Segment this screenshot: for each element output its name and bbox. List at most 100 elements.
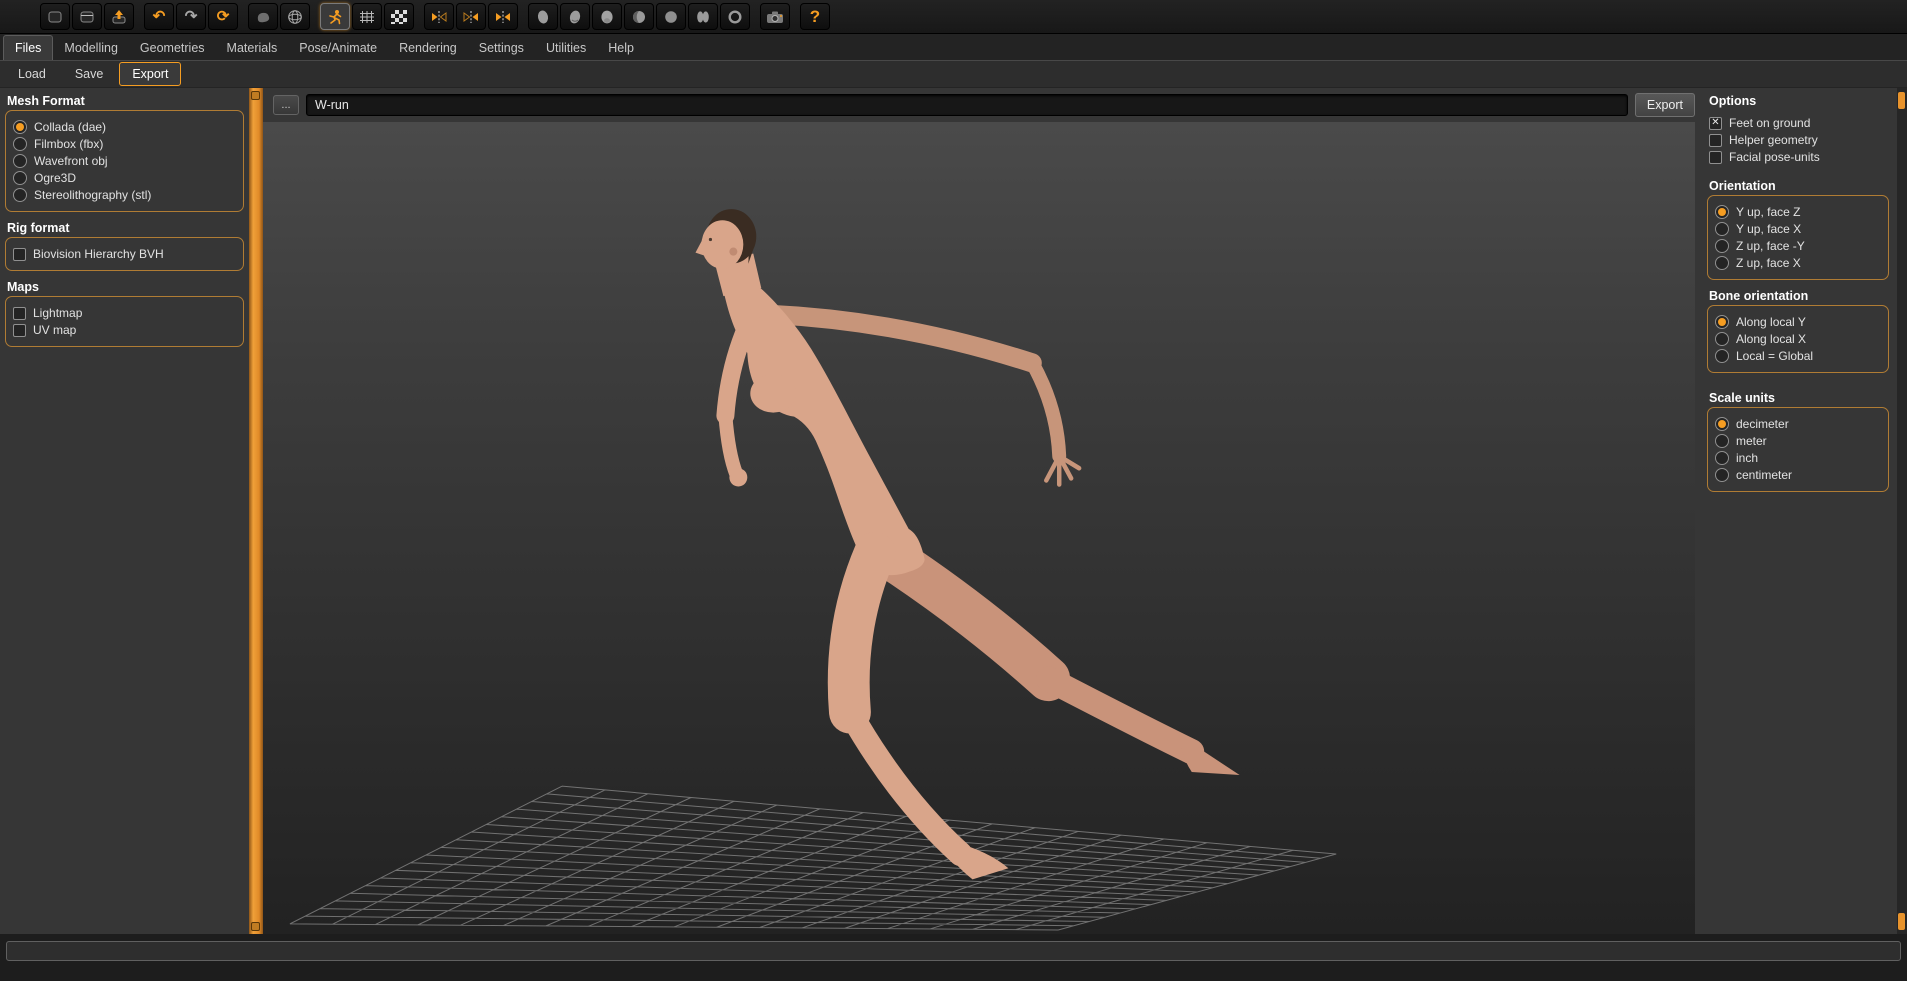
radio-indicator — [13, 188, 27, 202]
splitter-handle-icon[interactable] — [1898, 913, 1905, 930]
radio-label: meter — [1736, 434, 1767, 448]
radio-label: Y up, face Z — [1736, 205, 1801, 219]
group-title-options: Options — [1709, 94, 1757, 108]
tab-utilities[interactable]: Utilities — [535, 36, 597, 60]
checkbox-label: Lightmap — [33, 306, 83, 320]
checkbox-helper-geometry[interactable]: Helper geometry — [1709, 133, 1887, 147]
subtab-export[interactable]: Export — [119, 62, 182, 86]
splitter-handle-icon[interactable] — [251, 922, 260, 931]
grid-toggle-button[interactable] — [352, 3, 382, 30]
tab-rendering[interactable]: Rendering — [388, 36, 468, 60]
tab-settings[interactable]: Settings — [468, 36, 535, 60]
symmetry-both-button[interactable] — [488, 3, 518, 30]
radio-indicator — [13, 171, 27, 185]
toolbar-help-group: ? — [800, 3, 830, 30]
radio-local-equals-global[interactable]: Local = Global — [1715, 349, 1881, 363]
left-panel-splitter[interactable] — [249, 88, 263, 934]
subtab-save[interactable]: Save — [62, 62, 117, 86]
bottom-area — [0, 934, 1907, 981]
checkbox-biovision-bvh[interactable]: Biovision Hierarchy BVH — [13, 247, 236, 261]
reload-button[interactable]: ⟳ — [208, 3, 238, 30]
checkbox-feet-on-ground[interactable]: Feet on ground — [1709, 116, 1887, 130]
undo-button[interactable]: ↶ — [144, 3, 174, 30]
radio-z-up-face-x[interactable]: Z up, face X — [1715, 256, 1881, 270]
checkbox-label: Helper geometry — [1729, 133, 1818, 147]
smooth-mesh-icon — [257, 12, 270, 22]
symmetry-left-button[interactable] — [456, 3, 486, 30]
radio-inch[interactable]: inch — [1715, 451, 1881, 465]
save-document-button[interactable] — [104, 3, 134, 30]
smooth-mesh-button[interactable] — [248, 3, 278, 30]
radio-decimeter[interactable]: decimeter — [1715, 417, 1881, 431]
group-title-mesh-format: Mesh Format — [7, 94, 85, 108]
browse-button[interactable]: ... — [273, 95, 299, 115]
radio-along-local-y[interactable]: Along local Y — [1715, 315, 1881, 329]
tab-help[interactable]: Help — [597, 36, 645, 60]
ground-grid-icon — [289, 785, 1337, 931]
rig-format-box: Biovision Hierarchy BVH — [5, 237, 244, 271]
checkbox-label: Biovision Hierarchy BVH — [33, 247, 164, 261]
radio-along-local-x[interactable]: Along local X — [1715, 332, 1881, 346]
load-document-button[interactable] — [72, 3, 102, 30]
tab-files[interactable]: Files — [3, 35, 54, 60]
radio-collada-dae[interactable]: Collada (dae) — [13, 120, 236, 134]
radio-indicator — [1715, 256, 1729, 270]
toolbar-mode-group — [320, 3, 414, 30]
right-panel-splitter[interactable] — [1897, 88, 1907, 934]
subtab-load[interactable]: Load — [5, 62, 59, 86]
checkbox-facial-pose-units[interactable]: Facial pose-units — [1709, 150, 1887, 164]
group-bone-orientation: Bone orientation Along local Y Along loc… — [1707, 289, 1889, 373]
help-button[interactable]: ? — [800, 3, 830, 30]
radio-label: Z up, face X — [1736, 256, 1801, 270]
new-document-icon — [48, 11, 62, 22]
tab-modelling[interactable]: Modelling — [53, 36, 129, 60]
checkbox-uv-map[interactable]: UV map — [13, 323, 236, 337]
filename-input[interactable] — [306, 94, 1628, 116]
pose-mode-button[interactable] — [320, 3, 350, 30]
tab-geometries[interactable]: Geometries — [129, 36, 216, 60]
human-figure — [695, 209, 1240, 880]
wireframe-button[interactable] — [280, 3, 310, 30]
radio-indicator — [1715, 417, 1729, 431]
radio-y-up-face-z[interactable]: Y up, face Z — [1715, 205, 1881, 219]
options-box: Feet on ground Helper geometry Facial po… — [1707, 110, 1889, 170]
tab-pose-animate[interactable]: Pose/Animate — [288, 36, 388, 60]
splitter-handle-icon[interactable] — [251, 91, 260, 100]
radio-stereolithography-stl[interactable]: Stereolithography (stl) — [13, 188, 236, 202]
radio-meter[interactable]: meter — [1715, 434, 1881, 448]
tab-materials[interactable]: Materials — [216, 36, 289, 60]
symmetry-right-button[interactable] — [424, 3, 454, 30]
group-mesh-format: Mesh Format Collada (dae) Filmbox (fbx) … — [5, 94, 244, 212]
radio-indicator — [1715, 222, 1729, 236]
group-scale-units: Scale units decimeter meter inch centime… — [1707, 391, 1889, 492]
checkbox-lightmap[interactable]: Lightmap — [13, 306, 236, 320]
export-button[interactable]: Export — [1634, 93, 1695, 117]
view-head-shaded-icon — [633, 10, 645, 23]
radio-z-up-face-neg-y[interactable]: Z up, face -Y — [1715, 239, 1881, 253]
radio-label: Z up, face -Y — [1736, 239, 1805, 253]
new-document-button[interactable] — [40, 3, 70, 30]
view-body-button[interactable] — [688, 3, 718, 30]
checkbox-label: Facial pose-units — [1729, 150, 1820, 164]
radio-indicator — [1715, 332, 1729, 346]
view-head-front-button[interactable] — [592, 3, 622, 30]
radio-ogre3d[interactable]: Ogre3D — [13, 171, 236, 185]
viewport-3d[interactable] — [263, 122, 1695, 934]
radio-indicator — [13, 154, 27, 168]
group-title-scale-units: Scale units — [1709, 391, 1775, 405]
uv-checker-button[interactable] — [384, 3, 414, 30]
radio-wavefront-obj[interactable]: Wavefront obj — [13, 154, 236, 168]
radio-indicator — [1715, 349, 1729, 363]
splitter-handle-icon[interactable] — [1898, 92, 1905, 109]
grab-screenshot-button[interactable] — [760, 3, 790, 30]
view-head-back-button[interactable] — [656, 3, 686, 30]
radio-y-up-face-x[interactable]: Y up, face X — [1715, 222, 1881, 236]
view-head-side-button[interactable] — [528, 3, 558, 30]
view-head-tilt-button[interactable] — [560, 3, 590, 30]
group-title-rig-format: Rig format — [7, 221, 70, 235]
redo-button[interactable]: ↷ — [176, 3, 206, 30]
radio-filmbox-fbx[interactable]: Filmbox (fbx) — [13, 137, 236, 151]
view-orbit-button[interactable] — [720, 3, 750, 30]
radio-centimeter[interactable]: centimeter — [1715, 468, 1881, 482]
view-head-shaded-button[interactable] — [624, 3, 654, 30]
